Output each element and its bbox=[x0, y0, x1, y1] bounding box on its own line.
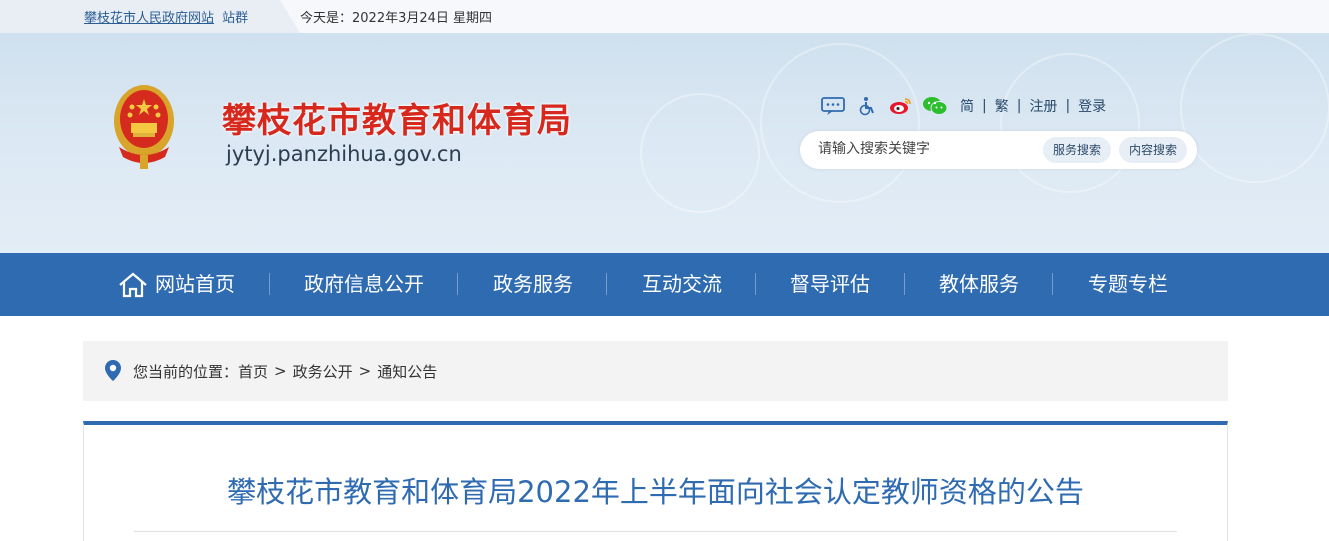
location-pin-icon bbox=[105, 360, 121, 381]
nav-item-home[interactable]: 网站首页 bbox=[117, 253, 235, 316]
breadcrumb-separator: > bbox=[274, 362, 287, 380]
breadcrumb-separator: > bbox=[358, 362, 372, 380]
separator: | bbox=[1016, 98, 1022, 114]
wheelchair-icon[interactable] bbox=[854, 95, 880, 117]
search-input[interactable] bbox=[818, 141, 1018, 157]
weibo-icon[interactable] bbox=[888, 95, 914, 117]
separator: | bbox=[982, 98, 987, 114]
lang-links: 简 | 繁 | 注册 | 登录 bbox=[960, 96, 1106, 116]
header-tools: 简 | 繁 | 注册 | 登录 bbox=[820, 94, 1106, 118]
site-title: 攀枝花市教育和体育局 bbox=[222, 101, 572, 141]
breadcrumb-gov-affairs[interactable]: 政务公开 bbox=[293, 361, 353, 382]
home-icon bbox=[119, 272, 147, 297]
gov-site-link[interactable]: 攀枝花市人民政府网站 bbox=[84, 11, 214, 26]
login-link[interactable]: 登录 bbox=[1078, 96, 1106, 116]
nav-item-gov-service[interactable]: 政务服务 bbox=[493, 253, 573, 316]
decor-flower bbox=[760, 43, 920, 203]
article-title: 攀枝花市教育和体育局2022年上半年面向社会认定教师资格的公告 bbox=[227, 475, 1084, 509]
accessible-dialog-icon[interactable] bbox=[820, 95, 846, 117]
header-banner: 攀枝花市教育和体育局 jytyj.panzhihua.gov.cn 简 | 繁 … bbox=[0, 33, 1329, 253]
site-group: 攀枝花市人民政府网站 站群 bbox=[84, 7, 248, 26]
site-group-link[interactable]: 站群 bbox=[222, 11, 248, 26]
top-strip: 攀枝花市人民政府网站 站群 今天是：2022年3月24日 星期四 bbox=[0, 0, 1329, 33]
search-box: 服务搜索 内容搜索 bbox=[800, 131, 1197, 169]
decor-flower bbox=[640, 93, 760, 213]
article-panel: 攀枝花市教育和体育局2022年上半年面向社会认定教师资格的公告 bbox=[83, 421, 1228, 541]
content-search-button[interactable]: 内容搜索 bbox=[1119, 137, 1188, 163]
breadcrumb-home[interactable]: 首页 bbox=[238, 361, 268, 382]
nav-divider bbox=[755, 273, 756, 295]
traditional-chinese-link[interactable]: 繁 bbox=[995, 96, 1009, 116]
service-search-button[interactable]: 服务搜索 bbox=[1043, 137, 1112, 163]
national-emblem-icon bbox=[114, 85, 174, 169]
register-link[interactable]: 注册 bbox=[1029, 96, 1057, 116]
nav-divider bbox=[904, 273, 905, 295]
site-domain: jytyj.panzhihua.gov.cn bbox=[226, 142, 462, 166]
nav-item-gov-info[interactable]: 政府信息公开 bbox=[304, 253, 424, 316]
title-divider bbox=[134, 531, 1177, 532]
breadcrumb-inner: 您当前的位置： 首页 > 政务公开 > 通知公告 bbox=[103, 359, 437, 383]
nav-divider bbox=[1052, 273, 1053, 295]
nav-divider bbox=[606, 273, 607, 295]
wechat-icon[interactable] bbox=[922, 95, 948, 117]
breadcrumb: 您当前的位置： 首页 > 政务公开 > 通知公告 bbox=[83, 341, 1228, 401]
nav-item-label: 网站首页 bbox=[155, 272, 235, 296]
nav-divider bbox=[269, 273, 270, 295]
nav-divider bbox=[457, 273, 458, 295]
nav-item-supervision[interactable]: 督导评估 bbox=[790, 253, 870, 316]
nav-item-special-topics[interactable]: 专题专栏 bbox=[1088, 253, 1168, 316]
simplified-chinese-link[interactable]: 简 bbox=[960, 96, 974, 116]
separator: | bbox=[1065, 98, 1071, 114]
nav-item-edu-sports-service[interactable]: 教体服务 bbox=[939, 253, 1019, 316]
breadcrumb-notices[interactable]: 通知公告 bbox=[377, 361, 437, 382]
breadcrumb-prefix: 您当前的位置： bbox=[133, 362, 239, 381]
decor-flower bbox=[1000, 53, 1140, 193]
nav-item-interaction[interactable]: 互动交流 bbox=[642, 253, 722, 316]
main-nav: 网站首页 政府信息公开 政务服务 互动交流 督导评估 教体服务 专题专栏 bbox=[0, 253, 1329, 316]
date-text: 今天是：2022年3月24日 星期四 bbox=[300, 11, 493, 26]
decor-flower bbox=[1180, 33, 1329, 183]
